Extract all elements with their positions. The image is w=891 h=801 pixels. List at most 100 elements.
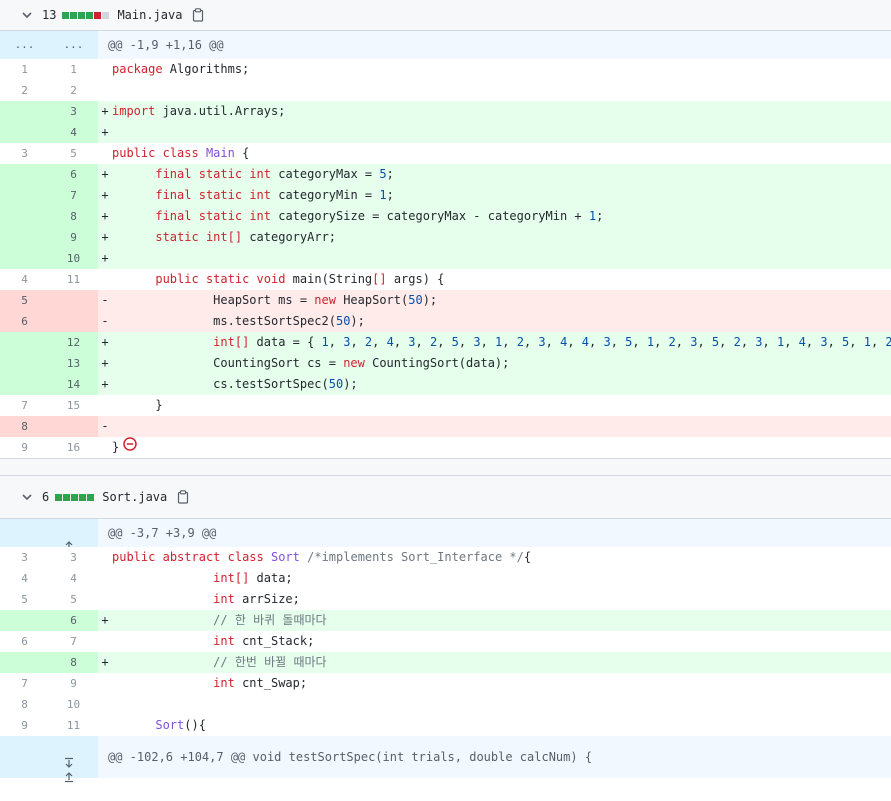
new-line-number[interactable]: 14	[49, 374, 98, 395]
diffstat-neutral	[102, 11, 110, 19]
old-line-number[interactable]: 6	[0, 311, 49, 332]
old-line-number[interactable]: 4	[0, 269, 49, 290]
old-line-number[interactable]	[0, 227, 49, 248]
new-line-number[interactable]	[49, 290, 98, 311]
code-text: + cs.testSortSpec(50);	[98, 374, 891, 395]
new-line-number[interactable]: 16	[49, 437, 98, 458]
new-line-number[interactable]: 4	[49, 122, 98, 143]
chevron-down-icon[interactable]	[20, 491, 34, 503]
code-text: - HeapSort ms = new HeapSort(50);	[98, 290, 891, 311]
new-line-number[interactable]: 9	[49, 673, 98, 694]
old-line-number[interactable]: 9	[0, 437, 49, 458]
diff-sign: +	[101, 188, 109, 202]
context-line: 9 16 }	[0, 437, 891, 458]
hunk-text: @@ -1,9 +1,16 @@	[98, 31, 891, 59]
new-line-number[interactable]: 15	[49, 395, 98, 416]
file-name[interactable]: Main.java	[117, 8, 182, 22]
added-line: 12 + int[] data = { 1, 3, 2, 4, 3, 2, 5, …	[0, 332, 891, 353]
changes-count: 13	[42, 8, 57, 22]
file-name[interactable]: Sort.java	[102, 490, 167, 504]
context-line: 22	[0, 80, 891, 101]
old-line-number[interactable]: 3	[0, 547, 49, 568]
deleted-line: 8-	[0, 416, 891, 437]
old-line-number[interactable]: 1	[0, 59, 49, 80]
old-line-number[interactable]	[0, 652, 49, 673]
code-text: public class Main {	[98, 143, 891, 164]
context-line: 7 15 }	[0, 395, 891, 416]
diffstat-add	[78, 11, 86, 19]
hunk-expand-old[interactable]: ...	[0, 31, 49, 59]
old-line-number[interactable]	[0, 101, 49, 122]
diff-sign	[98, 269, 112, 290]
old-line-number[interactable]: 8	[0, 416, 49, 437]
new-line-number[interactable]: 3	[49, 101, 98, 122]
new-line-number[interactable]: 7	[49, 185, 98, 206]
deleted-line: 6 - ms.testSortSpec2(50);	[0, 311, 891, 332]
new-line-number[interactable]: 9	[49, 227, 98, 248]
old-line-number[interactable]	[0, 206, 49, 227]
expand-both-button[interactable]	[0, 736, 98, 783]
old-line-number[interactable]	[0, 122, 49, 143]
new-line-number[interactable]: 8	[49, 206, 98, 227]
diff-lines-main: 11 package Algorithms; 2 2 3 + import java.u…	[0, 59, 891, 458]
old-line-number[interactable]	[0, 610, 49, 631]
diff-sign: -	[101, 293, 109, 307]
copy-icon[interactable]	[177, 490, 189, 504]
diff-sign	[98, 547, 112, 568]
code-text: int arrSize;	[98, 589, 891, 610]
old-line-number[interactable]: 8	[0, 694, 49, 715]
old-line-number[interactable]	[0, 332, 49, 353]
copy-icon[interactable]	[192, 8, 204, 22]
old-line-number[interactable]: 4	[0, 568, 49, 589]
old-line-number[interactable]	[0, 374, 49, 395]
context-line: 11 package Algorithms;	[0, 59, 891, 80]
chevron-down-icon[interactable]	[20, 9, 34, 21]
context-line: 79 int cnt_Swap;	[0, 673, 891, 694]
old-line-number[interactable]: 6	[0, 631, 49, 652]
new-line-number[interactable]: 11	[49, 715, 98, 736]
diff-sign	[98, 631, 112, 652]
new-line-number[interactable]: 5	[49, 143, 98, 164]
diff-sign: -	[101, 314, 109, 328]
new-line-number[interactable]: 6	[49, 164, 98, 185]
new-line-number[interactable]: 6	[49, 610, 98, 631]
old-line-number[interactable]	[0, 164, 49, 185]
old-line-number[interactable]: 3	[0, 143, 49, 164]
code-text: int[] data;	[98, 568, 891, 589]
code-text	[98, 694, 891, 715]
new-line-number[interactable]: 10	[49, 248, 98, 269]
old-line-number[interactable]	[0, 185, 49, 206]
old-line-number[interactable]: 7	[0, 395, 49, 416]
old-line-number[interactable]: 2	[0, 80, 49, 101]
added-line: 8 + final static int categorySize = categ…	[0, 206, 891, 227]
deleted-line: 5 - HeapSort ms = new HeapSort(50);	[0, 290, 891, 311]
old-line-number[interactable]: 5	[0, 589, 49, 610]
hunk-text: @@ -3,7 +3,9 @@	[98, 519, 891, 547]
old-line-number[interactable]: 5	[0, 290, 49, 311]
diff-sign	[98, 568, 112, 589]
diff-sign: +	[101, 356, 109, 370]
new-line-number[interactable]: 13	[49, 353, 98, 374]
new-line-number[interactable]: 11	[49, 269, 98, 290]
hunk-expand-new[interactable]: ...	[49, 31, 98, 59]
new-line-number[interactable]: 1	[49, 59, 98, 80]
new-line-number[interactable]	[49, 416, 98, 437]
new-line-number[interactable]: 4	[49, 568, 98, 589]
new-line-number[interactable]	[49, 311, 98, 332]
expand-up-button[interactable]	[0, 519, 98, 552]
diff-sign	[98, 80, 112, 101]
new-line-number[interactable]: 2	[49, 80, 98, 101]
added-line: 8 + // 한번 바뀔 때마다	[0, 652, 891, 673]
new-line-number[interactable]: 8	[49, 652, 98, 673]
old-line-number[interactable]: 7	[0, 673, 49, 694]
old-line-number[interactable]	[0, 353, 49, 374]
context-line: 67 int cnt_Stack;	[0, 631, 891, 652]
new-line-number[interactable]: 3	[49, 547, 98, 568]
new-line-number[interactable]: 10	[49, 694, 98, 715]
old-line-number[interactable]	[0, 248, 49, 269]
new-line-number[interactable]: 5	[49, 589, 98, 610]
new-line-number[interactable]: 12	[49, 332, 98, 353]
new-line-number[interactable]: 7	[49, 631, 98, 652]
diff-sign	[98, 59, 112, 80]
old-line-number[interactable]: 9	[0, 715, 49, 736]
